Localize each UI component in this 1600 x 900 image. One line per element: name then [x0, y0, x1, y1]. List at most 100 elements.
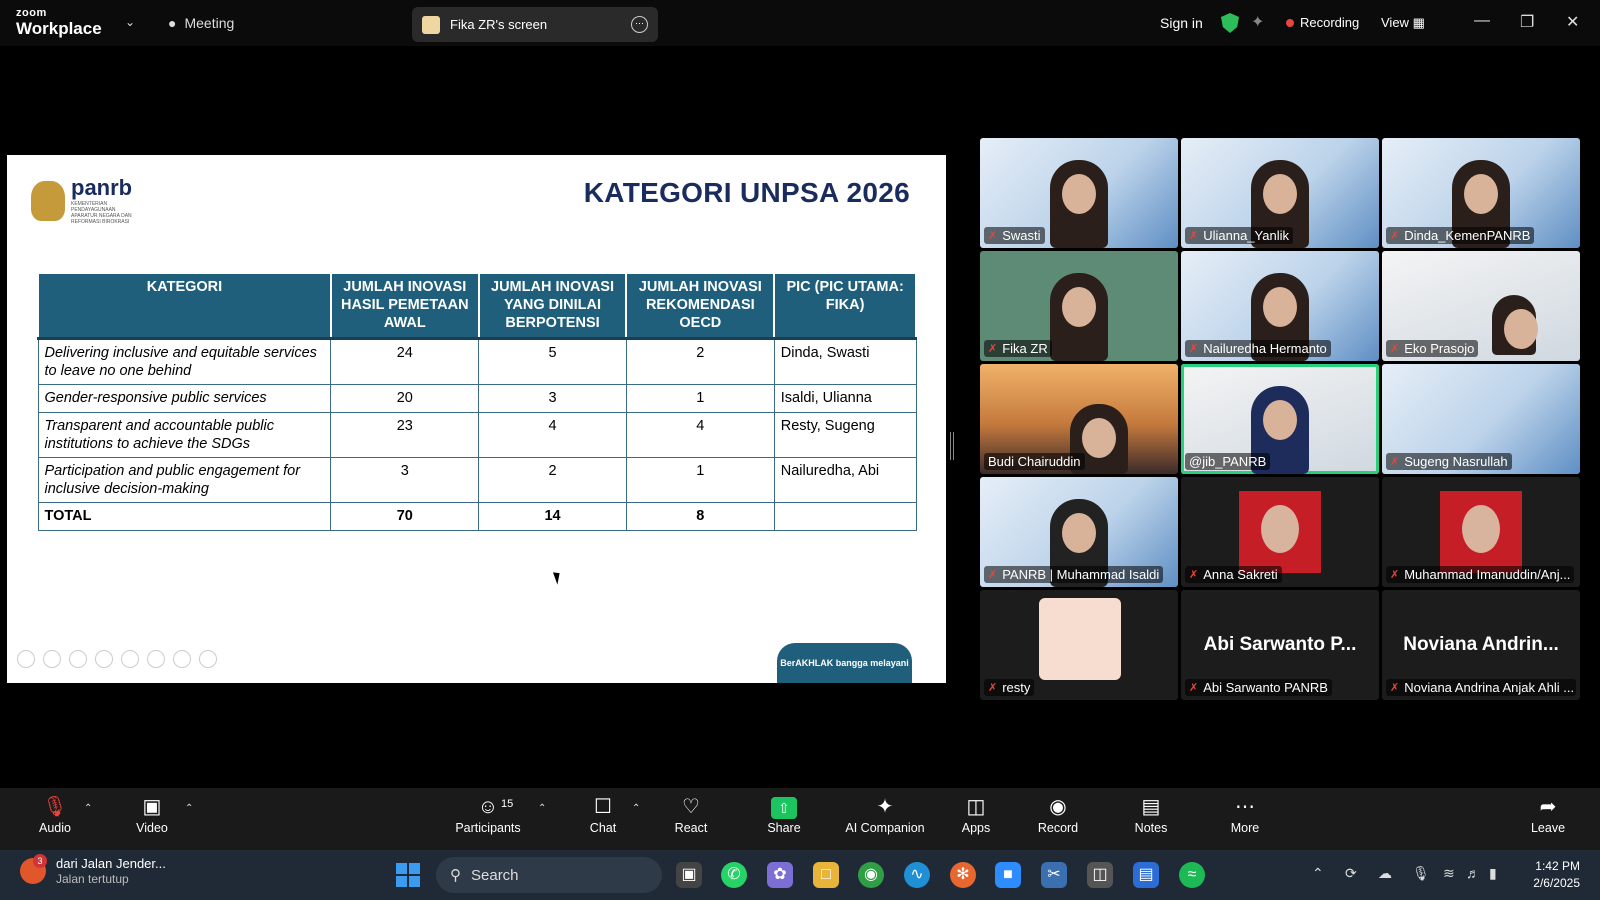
- react-button[interactable]: ♡ React: [646, 794, 736, 835]
- file-explorer-icon[interactable]: □: [813, 862, 839, 888]
- header-pic: PIC (PIC UTAMA: FIKA): [773, 272, 917, 340]
- video-tile[interactable]: Noviana Andrin... ✗ Noviana Andrina Anjak …: [1382, 590, 1580, 700]
- brand-bottom: Workplace: [16, 19, 102, 38]
- firefox-icon[interactable]: ✻: [950, 862, 976, 888]
- mic-muted-icon: ✗: [1390, 343, 1400, 355]
- video-tile[interactable]: Abi Sarwanto P... ✗ Abi Sarwanto PANRB: [1181, 590, 1379, 700]
- view-menu[interactable]: View ▦: [1381, 15, 1425, 31]
- video-tile[interactable]: ✗ Muhammad Imanuddin/Anj...: [1382, 477, 1580, 587]
- video-button[interactable]: ▣ Video: [107, 794, 197, 835]
- table-row: Transparent and accountable public insti…: [37, 411, 917, 458]
- shared-screen-pill[interactable]: Fika ZR's screen ⋯: [412, 7, 658, 42]
- leave-button[interactable]: ➦ Leave: [1503, 794, 1593, 835]
- taskbar-search[interactable]: ⚲ Search: [436, 857, 662, 893]
- remote-desktop-icon[interactable]: ◫: [1087, 862, 1113, 888]
- participant-name: Budi Chairuddin: [988, 454, 1081, 469]
- next-slide-icon[interactable]: [43, 650, 61, 668]
- video-tile[interactable]: ✗ Swasti: [980, 138, 1178, 248]
- ai-sparkle-icon[interactable]: ✦: [1251, 12, 1264, 32]
- cell-pemetaan: 3: [330, 456, 480, 503]
- zoom-app-icon[interactable]: ■: [995, 862, 1021, 888]
- panel-resize-handle[interactable]: [950, 432, 954, 460]
- camera-icon[interactable]: [173, 650, 191, 668]
- chat-caret-icon[interactable]: ⌃: [632, 803, 640, 814]
- video-tile[interactable]: ✗ PANRB | Muhammad Isaldi: [980, 477, 1178, 587]
- ai-companion-label: AI Companion: [845, 821, 925, 835]
- video-tile[interactable]: ✗ Nailuredha Hermanto: [1181, 251, 1379, 361]
- video-tile[interactable]: ✗ Ulianna_Yanlik: [1181, 138, 1379, 248]
- record-button[interactable]: ◉ Record: [1013, 794, 1103, 835]
- spotify-icon[interactable]: ≈: [1179, 862, 1205, 888]
- slide-title: KATEGORI UNPSA 2026: [583, 177, 910, 208]
- mic-muted-icon: ✗: [988, 343, 998, 355]
- snipping-tool-icon[interactable]: ✂: [1041, 862, 1067, 888]
- leave-label: Leave: [1530, 821, 1566, 835]
- wifi-icon[interactable]: ≋: [1443, 865, 1455, 882]
- audio-button[interactable]: 🎙 Audio: [10, 794, 100, 835]
- mic-muted-icon: ✗: [1390, 456, 1400, 468]
- sign-in-link[interactable]: Sign in: [1160, 15, 1203, 31]
- subtitles-icon[interactable]: [147, 650, 165, 668]
- mic-muted-icon: ✗: [1189, 343, 1199, 355]
- video-tile[interactable]: ✗ Dinda_KemenPANRB: [1382, 138, 1580, 248]
- whatsapp-icon[interactable]: ✆: [721, 862, 747, 888]
- notepad-icon[interactable]: ▤: [1133, 862, 1159, 888]
- notes-button[interactable]: ▤ Notes: [1106, 794, 1196, 835]
- heart-icon: ♡: [682, 796, 700, 818]
- header-oecd: JUMLAH INOVASI REKOMENDASI OECD: [625, 272, 776, 340]
- video-tile[interactable]: ✗ Fika ZR: [980, 251, 1178, 361]
- participants-caret-icon[interactable]: ⌃: [538, 803, 546, 814]
- video-tile[interactable]: Budi Chairuddin: [980, 364, 1178, 474]
- cell-potensi: 4: [478, 411, 627, 458]
- pen-icon[interactable]: [69, 650, 87, 668]
- prev-slide-icon[interactable]: [17, 650, 35, 668]
- zoom-logo[interactable]: zoom Workplace: [16, 8, 102, 38]
- recording-indicator[interactable]: Recording: [1286, 15, 1359, 30]
- video-tile-active-speaker[interactable]: @jib_PANRB: [1181, 364, 1379, 474]
- encryption-shield-icon[interactable]: [1221, 13, 1239, 33]
- more-button[interactable]: ⋯ More: [1200, 794, 1290, 835]
- battery-icon[interactable]: ▮: [1489, 865, 1497, 882]
- ai-companion-button[interactable]: ✦ AI Companion: [840, 794, 930, 835]
- copilot-icon[interactable]: ✿: [767, 862, 793, 888]
- chevron-down-icon[interactable]: ⌄: [125, 15, 135, 29]
- slides-grid-icon[interactable]: [95, 650, 113, 668]
- windows-start-icon[interactable]: [396, 863, 420, 887]
- slide-more-icon[interactable]: [199, 650, 217, 668]
- chat-button[interactable]: ☐ Chat: [558, 794, 648, 835]
- meeting-menu[interactable]: ● Meeting: [168, 15, 234, 31]
- cell-kategori: Transparent and accountable public insti…: [37, 411, 332, 458]
- news-title: dari Jalan Jender...: [56, 856, 166, 871]
- participant-name: Anna Sakreti: [1203, 567, 1278, 582]
- participants-button[interactable]: ☺ 15 Participants: [443, 794, 533, 835]
- chrome-icon[interactable]: ◉: [858, 862, 884, 888]
- table-row: Gender-responsive public services 20 3 1…: [37, 383, 917, 413]
- restore-icon[interactable]: ❐: [1520, 12, 1534, 32]
- video-tile[interactable]: ✗ Eko Prasojo: [1382, 251, 1580, 361]
- volume-icon[interactable]: ♬: [1466, 865, 1480, 881]
- minimize-icon[interactable]: —: [1474, 12, 1490, 30]
- more-options-icon[interactable]: ⋯: [631, 16, 648, 33]
- zoom-slide-icon[interactable]: [121, 650, 139, 668]
- audio-options-caret-icon[interactable]: ⌃: [84, 803, 92, 814]
- system-clock[interactable]: 1:42 PM 2/6/2025: [1510, 858, 1580, 892]
- microphone-icon[interactable]: 🎙: [1412, 865, 1430, 882]
- tray-overflow-chevron-icon[interactable]: ⌃: [1312, 865, 1324, 882]
- video-tile[interactable]: ✗ Anna Sakreti: [1181, 477, 1379, 587]
- participant-name: Eko Prasojo: [1404, 341, 1475, 356]
- cell-total-pic: [773, 501, 917, 531]
- sync-icon[interactable]: ⟳: [1345, 865, 1357, 882]
- news-widget[interactable]: 3 dari Jalan Jender... Jalan tertutup: [20, 854, 166, 886]
- video-options-caret-icon[interactable]: ⌃: [185, 803, 193, 814]
- apps-button[interactable]: ◫ Apps: [931, 794, 1021, 835]
- share-button[interactable]: ⇧ Share: [739, 794, 829, 835]
- video-tile[interactable]: ✗ Sugeng Nasrullah: [1382, 364, 1580, 474]
- panrb-wordmark: panrb: [71, 175, 133, 200]
- tile-name-label: ✗ Noviana Andrina Anjak Ahli ...: [1386, 679, 1576, 696]
- task-view-icon[interactable]: ▣: [676, 862, 702, 888]
- close-icon[interactable]: ✕: [1566, 12, 1579, 32]
- video-tile[interactable]: ✗ resty: [980, 590, 1178, 700]
- grid-view-icon: ▦: [1412, 15, 1425, 30]
- network-off-icon[interactable]: ☁: [1378, 865, 1392, 882]
- edge-icon[interactable]: ∿: [904, 862, 930, 888]
